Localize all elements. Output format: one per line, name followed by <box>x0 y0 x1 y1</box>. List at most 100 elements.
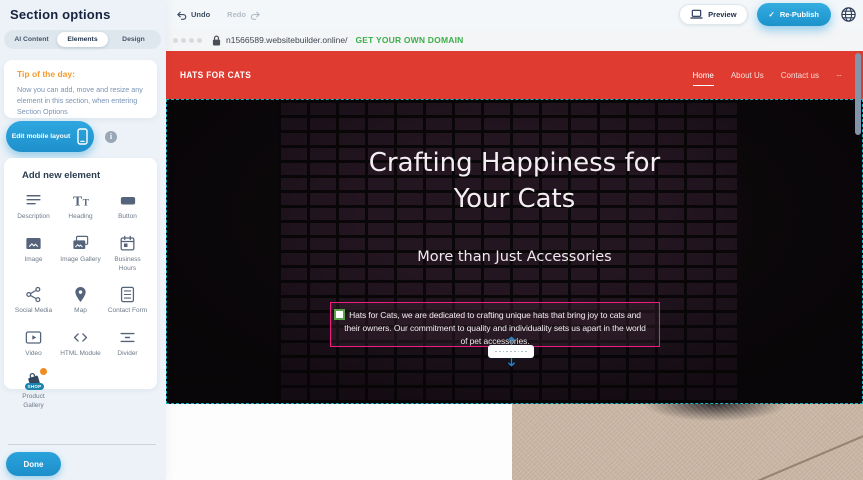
scrollbar-thumb[interactable] <box>855 53 861 135</box>
element-label: Product Gallery <box>13 393 55 411</box>
info-icon[interactable]: i <box>105 131 117 143</box>
element-item-map[interactable]: Map <box>57 284 104 316</box>
done-button[interactable]: Done <box>6 452 61 476</box>
main-area: Undo Redo Preview ✓ Re-Publish <box>166 0 863 480</box>
element-label: Image Gallery <box>60 256 100 265</box>
sidebar-divider <box>8 444 156 445</box>
map-icon <box>71 284 90 304</box>
nav-about-us[interactable]: About Us <box>731 71 764 80</box>
element-item-heading[interactable]: TT Heading <box>57 190 104 222</box>
element-item-button[interactable]: Button <box>104 190 151 222</box>
add-element-title: Add new element <box>22 170 151 181</box>
panel-title: Section options <box>10 7 111 22</box>
element-item-image-gallery[interactable]: Image Gallery <box>57 233 104 274</box>
element-item-business-hours[interactable]: Business Hours <box>104 233 151 274</box>
panel-tabs: AI Content Elements Design <box>4 30 161 49</box>
tab-ai-content[interactable]: AI Content <box>6 32 57 47</box>
element-label: Description <box>17 213 50 222</box>
browser-chrome-bar: n1566589.websitebuilder.online/ GET YOUR… <box>166 29 863 51</box>
element-label: Contact Form <box>108 307 147 316</box>
button-icon <box>118 190 138 210</box>
nav-home[interactable]: Home <box>693 71 714 86</box>
website-builder-app: Section options AI Content Elements Desi… <box>0 0 863 480</box>
nav-more-icon[interactable]: ··· <box>836 71 841 80</box>
tip-body: Now you can add, move and resize any ele… <box>17 84 144 117</box>
undo-icon <box>176 10 187 20</box>
laptop-icon <box>690 9 703 20</box>
add-element-card: Add new element Description TT Heading B… <box>4 158 157 389</box>
element-label: Social Media <box>15 307 52 316</box>
top-toolbar: Undo Redo Preview ✓ Re-Publish <box>166 0 863 29</box>
carpet-photo <box>512 404 863 480</box>
language-globe-icon[interactable] <box>840 6 857 23</box>
site-header: HATS FOR CATS Home About Us Contact us ·… <box>166 51 863 99</box>
element-label: Video <box>25 350 42 359</box>
svg-text:T: T <box>73 193 82 208</box>
element-label: Heading <box>68 213 92 222</box>
product-gallery-icon: SHOP <box>22 370 46 390</box>
element-item-video[interactable]: Video <box>10 327 57 359</box>
element-item-contact-form[interactable]: Contact Form <box>104 284 151 316</box>
section-options-panel: Section options AI Content Elements Desi… <box>0 0 166 480</box>
hero-subheading[interactable]: More than Just Accessories <box>167 249 862 265</box>
element-item-divider[interactable]: Divider <box>104 327 151 359</box>
contact-form-icon <box>118 284 137 304</box>
video-icon <box>24 327 43 347</box>
undo-label: Undo <box>191 10 210 19</box>
tip-of-the-day-card: Tip of the day: Now you can add, move an… <box>4 60 157 118</box>
tab-elements[interactable]: Elements <box>57 32 108 47</box>
check-icon: ✓ <box>769 10 775 19</box>
element-label: HTML Module <box>60 350 101 359</box>
edit-mobile-layout-button[interactable]: Edit mobile layout <box>6 121 94 152</box>
element-item-description[interactable]: Description <box>10 190 57 222</box>
get-domain-link[interactable]: GET YOUR OWN DOMAIN <box>355 35 463 45</box>
tab-design[interactable]: Design <box>108 32 159 47</box>
redo-icon <box>250 10 261 20</box>
lock-icon <box>212 35 221 46</box>
social-media-icon <box>24 284 43 304</box>
preview-button[interactable]: Preview <box>679 4 747 25</box>
redo-button[interactable]: Redo <box>227 10 261 20</box>
undo-button[interactable]: Undo <box>176 10 210 20</box>
element-item-image[interactable]: Image <box>10 233 57 274</box>
republish-button[interactable]: ✓ Re-Publish <box>757 3 831 26</box>
business-hours-icon <box>118 233 137 253</box>
svg-text:T: T <box>82 198 89 208</box>
hero-heading[interactable]: Crafting Happiness for Your Cats <box>349 146 681 218</box>
element-grid: Description TT Heading Button Image Imag… <box>10 190 151 410</box>
next-section-background <box>166 404 512 480</box>
html-module-icon <box>71 327 90 347</box>
carpet-seam <box>731 433 863 480</box>
resize-grip[interactable] <box>488 345 534 358</box>
image-gallery-icon <box>71 233 90 253</box>
browser-dots <box>173 38 202 43</box>
element-label: Divider <box>117 350 137 359</box>
new-badge <box>39 367 48 376</box>
preview-label: Preview <box>708 10 736 19</box>
element-label: Map <box>74 307 87 316</box>
resize-down-arrow-icon <box>507 358 516 367</box>
site-nav: Home About Us Contact us ··· <box>693 71 842 80</box>
resize-up-arrow-icon <box>507 336 516 345</box>
redo-label: Redo <box>227 10 246 19</box>
next-section-partial <box>166 404 863 480</box>
phone-icon <box>77 128 88 145</box>
element-drag-handle[interactable] <box>334 309 345 320</box>
image-icon <box>24 233 43 253</box>
heading-icon: TT <box>71 190 91 210</box>
divider-icon <box>118 327 137 347</box>
element-item-social-media[interactable]: Social Media <box>10 284 57 316</box>
tip-title: Tip of the day: <box>17 69 144 79</box>
site-logo[interactable]: HATS FOR CATS <box>180 70 251 81</box>
nav-contact-us[interactable]: Contact us <box>781 71 819 80</box>
site-url[interactable]: n1566589.websitebuilder.online/ <box>226 35 347 45</box>
section-resize-handle[interactable] <box>488 336 534 367</box>
element-label: Image <box>24 256 42 265</box>
republish-label: Re-Publish <box>780 10 819 19</box>
element-label: Business Hours <box>107 256 149 274</box>
description-icon <box>24 190 43 210</box>
element-label: Button <box>118 213 137 222</box>
shop-badge: SHOP <box>25 383 45 390</box>
element-item-html-module[interactable]: HTML Module <box>57 327 104 359</box>
element-item-product-gallery[interactable]: SHOP Product Gallery <box>10 370 57 411</box>
